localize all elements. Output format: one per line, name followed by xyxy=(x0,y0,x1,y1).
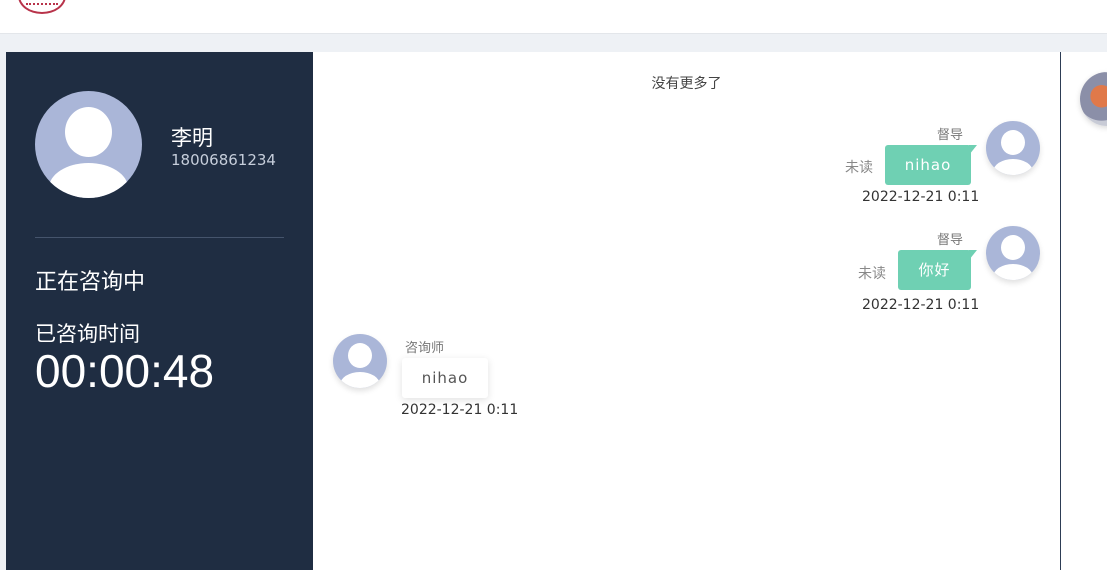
school-seal-logo-icon xyxy=(18,0,66,14)
right-panel xyxy=(1061,52,1107,570)
elapsed-time-value: 00:00:48 xyxy=(35,345,215,397)
unread-status: 未读 xyxy=(845,160,873,176)
supervisor-avatar-icon xyxy=(986,121,1040,175)
top-bar xyxy=(0,0,1107,34)
supervisor-avatar-icon xyxy=(986,226,1040,280)
message-sender: 督导 xyxy=(937,128,964,143)
message-sender: 督导 xyxy=(937,233,964,248)
user-avatar-icon xyxy=(35,91,142,198)
consult-status: 正在咨询中 xyxy=(35,270,146,295)
message-time: 2022-12-21 0:11 xyxy=(401,402,519,418)
cartoon-fox-avatar-icon[interactable] xyxy=(1080,72,1107,126)
no-more-messages: 没有更多了 xyxy=(651,76,722,92)
consult-sidebar: 李明 18006861234 正在咨询中 已咨询时间 00:00:48 xyxy=(6,52,313,570)
message-time: 2022-12-21 0:11 xyxy=(862,297,980,313)
chat-panel[interactable]: 没有更多了 督导 未读 nihao 2022-12-21 0:11 督导 未读 … xyxy=(313,52,1061,570)
message-time: 2022-12-21 0:11 xyxy=(862,189,980,205)
message-sender: 咨询师 xyxy=(405,341,445,356)
user-phone: 18006861234 xyxy=(171,151,276,169)
counselor-avatar-icon xyxy=(333,334,387,388)
message-bubble[interactable]: nihao xyxy=(402,358,488,398)
message-bubble[interactable]: 你好 xyxy=(898,250,977,290)
message-bubble[interactable]: nihao xyxy=(885,145,977,185)
user-name: 李明 xyxy=(171,126,213,150)
sidebar-divider xyxy=(35,237,284,238)
unread-status: 未读 xyxy=(858,266,886,282)
